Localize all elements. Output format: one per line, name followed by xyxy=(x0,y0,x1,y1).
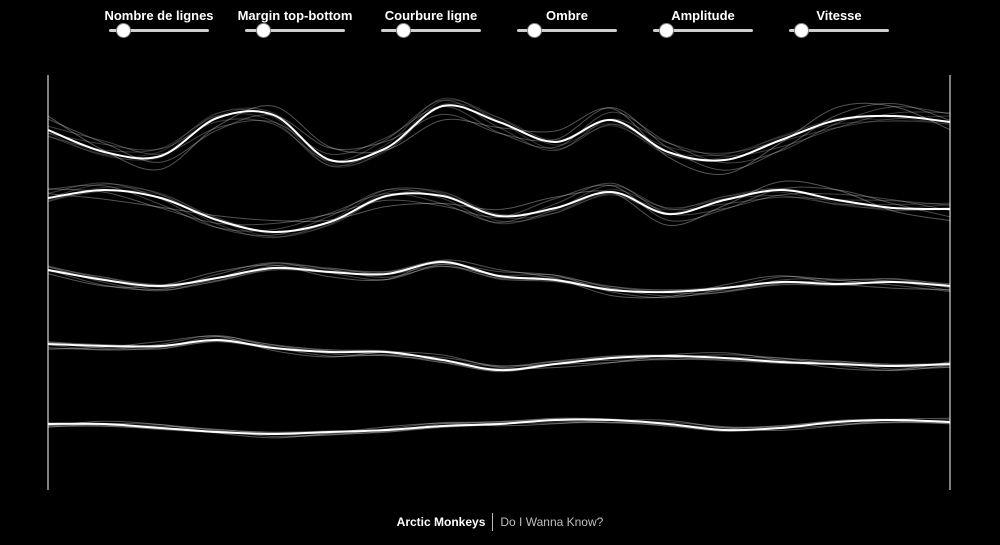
courbure-ligne-slider[interactable] xyxy=(381,24,481,37)
control-ombre: Ombre xyxy=(497,8,637,24)
song-title: Do I Wanna Know? xyxy=(500,515,604,529)
control-nombre-de-lignes: Nombre de lignes xyxy=(89,8,229,24)
wave-band xyxy=(47,180,951,239)
vitesse-slider[interactable] xyxy=(789,24,889,37)
control-margin-top-bottom: Margin top-bottom xyxy=(225,8,365,24)
ombre-slider[interactable] xyxy=(517,24,617,37)
slider-thumb[interactable] xyxy=(794,24,808,37)
artist-name: Arctic Monkeys xyxy=(396,515,486,529)
slider-thumb[interactable] xyxy=(396,24,410,37)
slider-thumb[interactable] xyxy=(116,24,130,37)
wave-band xyxy=(47,334,951,373)
control-label: Amplitude xyxy=(671,8,735,23)
wave-band xyxy=(47,97,951,175)
slider-thumb[interactable] xyxy=(659,24,673,37)
controls-bar: Nombre de lignes Margin top-bottom Courb… xyxy=(0,0,1000,50)
control-amplitude: Amplitude xyxy=(633,8,773,24)
control-label: Margin top-bottom xyxy=(237,8,353,23)
control-label: Courbure ligne xyxy=(384,8,478,23)
amplitude-slider[interactable] xyxy=(653,24,753,37)
control-label: Nombre de lignes xyxy=(104,8,214,23)
waveform-visualization xyxy=(47,75,951,490)
control-label: Ombre xyxy=(546,8,588,23)
margin-top-bottom-slider[interactable] xyxy=(245,24,345,37)
wave-line xyxy=(47,105,951,164)
nombre-de-lignes-slider[interactable] xyxy=(109,24,209,37)
slider-thumb[interactable] xyxy=(527,24,541,37)
control-courbure-ligne: Courbure ligne xyxy=(361,8,501,24)
wave-band xyxy=(47,259,951,299)
control-label: Vitesse xyxy=(816,8,862,23)
now-playing: Arctic Monkeys Do I Wanna Know? xyxy=(0,512,1000,531)
slider-thumb[interactable] xyxy=(256,24,270,37)
wave-band xyxy=(47,417,951,439)
control-vitesse: Vitesse xyxy=(769,8,909,24)
